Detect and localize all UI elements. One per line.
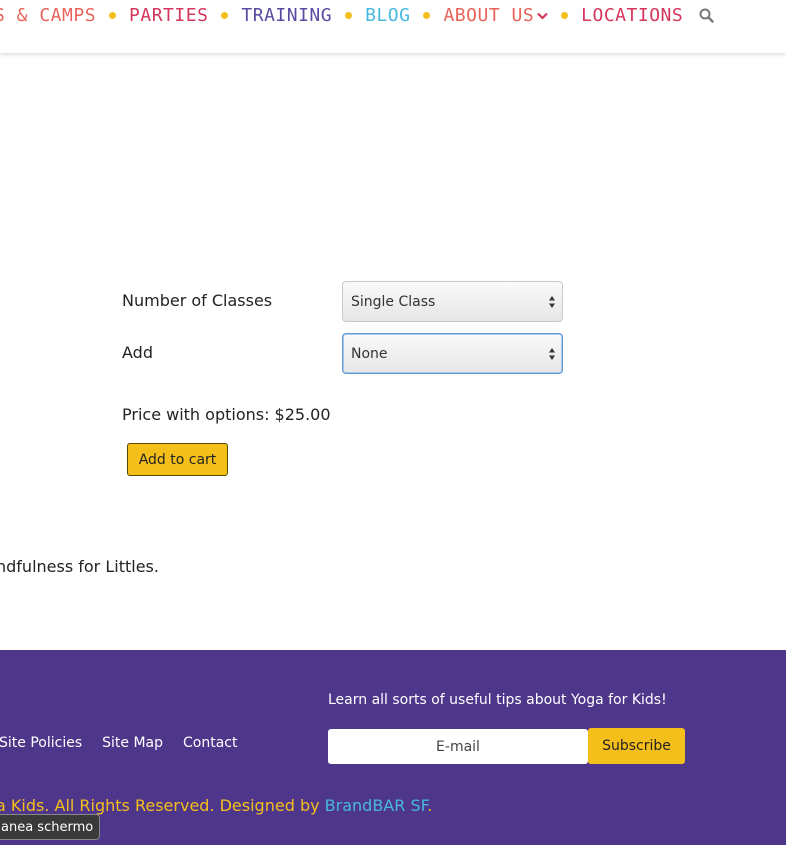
nav-menu: S & CAMPS PARTIES TRAINING BLOG ABOUT US… [0,4,714,26]
number-of-classes-select[interactable]: Single Class [342,281,563,322]
footer-link-contact[interactable]: Contact [183,735,237,751]
nav-item-blog[interactable]: BLOG [365,5,410,26]
nav-separator-dot [345,11,353,19]
brandbar-link[interactable]: BrandBAR SF [325,796,428,815]
add-to-cart-button[interactable]: Add to cart [127,443,228,476]
price-with-options: Price with options: $25.00 [122,405,331,424]
nav-separator-dot [561,11,569,19]
add-select-value: None [351,345,388,362]
copyright-text: a Kids. All Rights Reserved. Designed by… [0,796,432,815]
footer-links: Site Policies Site Map Contact [0,735,237,751]
nav-separator-dot [423,11,431,19]
select-arrows-icon [549,348,555,360]
top-nav: S & CAMPS PARTIES TRAINING BLOG ABOUT US… [0,0,786,53]
add-select[interactable]: None [342,333,563,374]
newsletter-tagline: Learn all sorts of useful tips about Yog… [328,692,667,708]
number-of-classes-value: Single Class [351,293,436,310]
footer-link-site-policies[interactable]: Site Policies [0,735,82,751]
nav-item-about-us-label: ABOUT US [443,4,535,26]
email-input[interactable]: E-mail [328,729,588,764]
nav-separator-dot [109,11,117,19]
chevron-down-icon [537,4,548,25]
copyright-prefix: a Kids. All Rights Reserved. Designed by [0,796,325,815]
search-icon[interactable] [699,8,714,23]
tooltip: anea schermo [0,814,100,840]
add-label: Add [122,343,153,362]
copyright-suffix: . [427,796,433,815]
nav-item-training[interactable]: TRAINING [241,5,332,26]
nav-item-locations[interactable]: LOCATIONS [581,5,683,26]
nav-item-camps[interactable]: S & CAMPS [0,5,96,26]
footer: Learn all sorts of useful tips about Yog… [0,650,786,845]
nav-item-about-us[interactable]: ABOUT US [443,5,548,26]
nav-item-parties[interactable]: PARTIES [129,5,208,26]
subscribe-button[interactable]: Subscribe [588,728,685,764]
email-placeholder: E-mail [436,738,480,755]
nav-separator-dot [221,11,229,19]
footer-link-site-map[interactable]: Site Map [102,735,163,751]
select-arrows-icon [549,296,555,308]
description-text: ndfulness for Littles. [0,557,159,576]
number-of-classes-label: Number of Classes [122,291,273,310]
